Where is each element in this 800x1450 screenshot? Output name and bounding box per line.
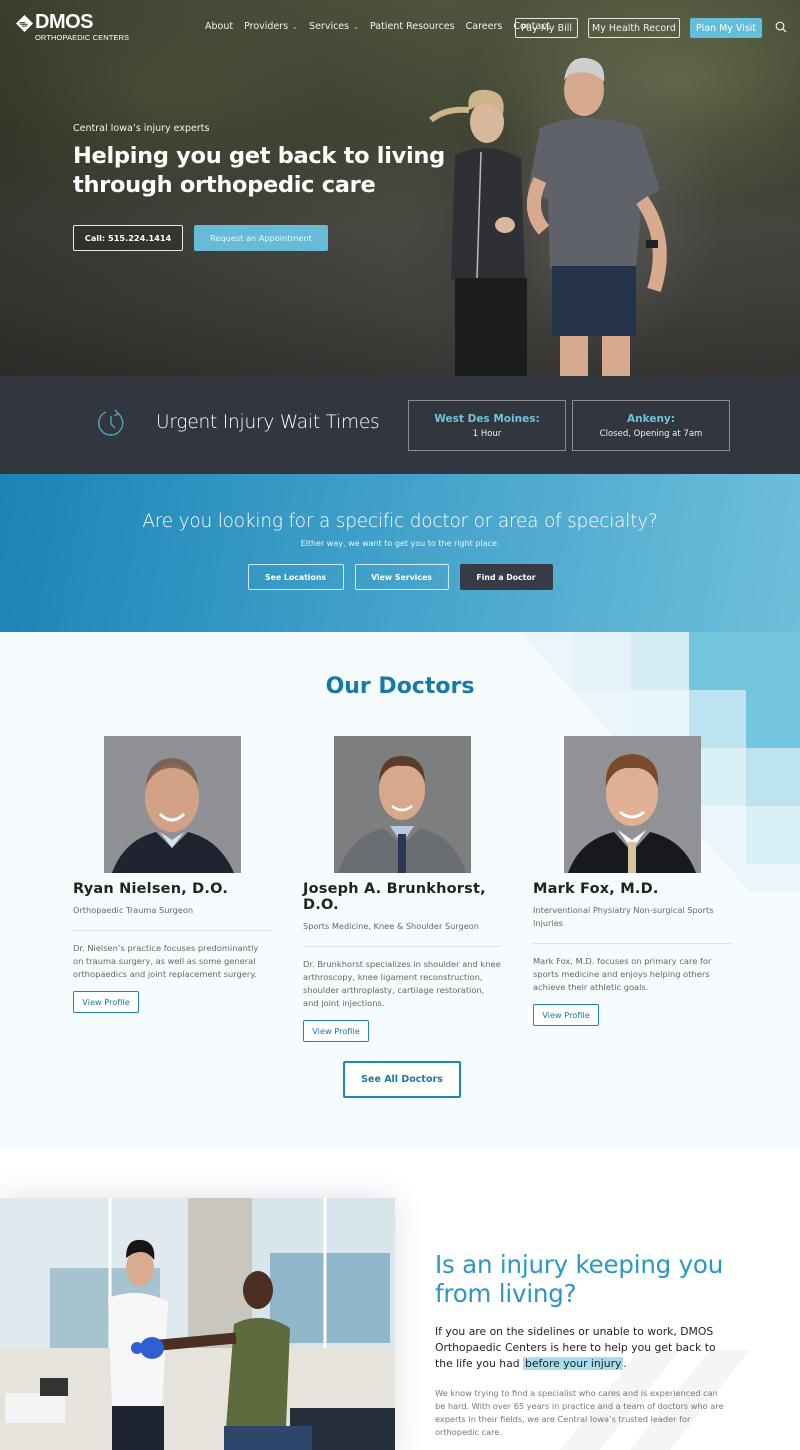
injury-lead-end: . [623, 1357, 627, 1370]
doctor-photo[interactable] [564, 736, 701, 873]
injury-section: Is an injury keeping you from living? If… [0, 1150, 800, 1450]
wait-card-west-des-moines: West Des Moines: 1 Hour [408, 400, 566, 451]
see-locations-button[interactable]: See Locations [247, 564, 344, 590]
nav-providers-label: Providers [244, 21, 289, 32]
dmos-logo[interactable]: DMOS ORTHOPAEDIC CENTERS [16, 11, 129, 42]
wait-location-name: West Des Moines: [434, 413, 540, 425]
wait-card-ankeny: Ankeny: Closed, Opening at 7am [572, 400, 730, 451]
wait-time-value: Closed, Opening at 7am [599, 429, 703, 439]
call-button[interactable]: Call: 515.224.1414 [73, 225, 183, 251]
hero-section: DMOS ORTHOPAEDIC CENTERS About Providers… [0, 0, 800, 376]
highlighted-text: before your injury [523, 1357, 624, 1370]
doctor-description: Dr. Brunkhorst specializes in shoulder a… [303, 959, 501, 1008]
specialty-title: Are you looking for a specific doctor or… [142, 511, 658, 532]
doctor-name: Mark Fox, M.D. [533, 881, 659, 897]
logo-text: DMOS [35, 11, 94, 33]
doctor-card: Ryan Nielsen, D.O. Orthopaedic Trauma Su… [73, 736, 271, 1013]
injury-title: Is an injury keeping you from living? [435, 1250, 724, 1308]
our-doctors-section: Our Doctors Ryan Nielsen, D.O. Orthopaed… [0, 632, 800, 1150]
specialty-subtitle: Either way, we want to get you to the ri… [300, 539, 500, 548]
divider [533, 943, 731, 944]
nav-careers-label: Careers [465, 21, 503, 32]
hero-buttons: Call: 515.224.1414 Request an Appointmen… [73, 225, 453, 251]
my-health-record-button[interactable]: My Health Record [588, 18, 680, 38]
specialty-buttons: See Locations View Services Find a Docto… [0, 564, 800, 590]
nav-careers[interactable]: Careers [466, 21, 503, 32]
wait-times-title: Urgent Injury Wait Times [156, 412, 380, 433]
chevron-down-icon: ⌄ [292, 22, 299, 31]
urgent-wait-times-section: Urgent Injury Wait Times West Des Moines… [0, 376, 800, 474]
doctor-card: Mark Fox, M.D. Interventional Physiatry … [533, 736, 731, 1026]
view-profile-button[interactable]: View Profile [303, 1020, 369, 1042]
doctor-name: Joseph A. Brunkhorst, D.O. [303, 881, 486, 913]
doctor-specialty: Interventional Physiatry Non-surgical Sp… [533, 905, 714, 928]
pay-my-bill-button[interactable]: Pay My Bill [515, 18, 578, 38]
nav-providers[interactable]: Providers ⌄ [244, 21, 298, 32]
nav-about[interactable]: About [205, 21, 233, 32]
injury-body: We know trying to find a specialist who … [435, 1388, 724, 1437]
doctor-description: Mark Fox, M.D. focuses on primary care f… [533, 956, 712, 992]
main-nav: DMOS ORTHOPAEDIC CENTERS About Providers… [0, 0, 800, 56]
view-services-button[interactable]: View Services [354, 564, 449, 590]
injury-lead: If you are on the sidelines or unable to… [435, 1324, 725, 1372]
search-icon[interactable] [775, 21, 787, 33]
nav-patient-resources[interactable]: Patient Resources [370, 21, 455, 32]
wait-time-value: 1 Hour [472, 429, 502, 439]
nav-patient-resources-label: Patient Resources [369, 21, 455, 32]
view-profile-button[interactable]: View Profile [533, 1004, 599, 1026]
physical-therapy-photo [0, 1198, 395, 1450]
chevron-down-icon: ⌄ [353, 22, 359, 31]
doctor-photo[interactable] [104, 736, 241, 873]
nav-services[interactable]: Services ⌄ [309, 21, 359, 32]
logo-mark-icon [16, 15, 33, 32]
our-doctors-title: Our Doctors [325, 674, 475, 699]
plan-my-visit-button[interactable]: Plan My Visit [690, 18, 762, 38]
hero-title: Helping you get back to living through o… [73, 143, 445, 198]
divider [303, 946, 501, 947]
nav-services-label: Services [309, 21, 350, 32]
doctor-name: Ryan Nielsen, D.O. [73, 881, 229, 897]
specialty-cta-section: Are you looking for a specific doctor or… [0, 474, 800, 632]
nav-about-label: About [205, 21, 234, 32]
logo-subtitle: ORTHOPAEDIC CENTERS [35, 33, 130, 42]
see-all-doctors-button[interactable]: See All Doctors [343, 1061, 461, 1098]
nav-links: About Providers ⌄ Services ⌄ Patient Resou… [205, 21, 561, 32]
doctor-specialty: Sports Medicine, Knee & Shoulder Surgeon [303, 921, 479, 931]
divider [73, 930, 271, 931]
doctor-description: Dr. Nielsen’s practice focuses predomina… [73, 943, 259, 979]
injury-text-block: Is an injury keeping you from living? If… [435, 1250, 725, 1439]
find-a-doctor-button[interactable]: Find a Doctor [459, 564, 553, 590]
hero-photo-man-runner [527, 57, 667, 376]
doctor-photo[interactable] [334, 736, 471, 873]
doctor-specialty: Orthopaedic Trauma Surgeon [73, 905, 194, 915]
request-appointment-button[interactable]: Request an Appointment [194, 225, 328, 251]
doctor-card: Joseph A. Brunkhorst, D.O. Sports Medici… [303, 736, 501, 1042]
hero-content: Central Iowa’s injury experts Helping yo… [73, 123, 453, 251]
hero-eyebrow: Central Iowa’s injury experts [73, 123, 210, 134]
clock-refresh-icon [98, 409, 124, 436]
wait-location-name: Ankeny: [627, 413, 675, 425]
view-profile-button[interactable]: View Profile [73, 991, 139, 1013]
